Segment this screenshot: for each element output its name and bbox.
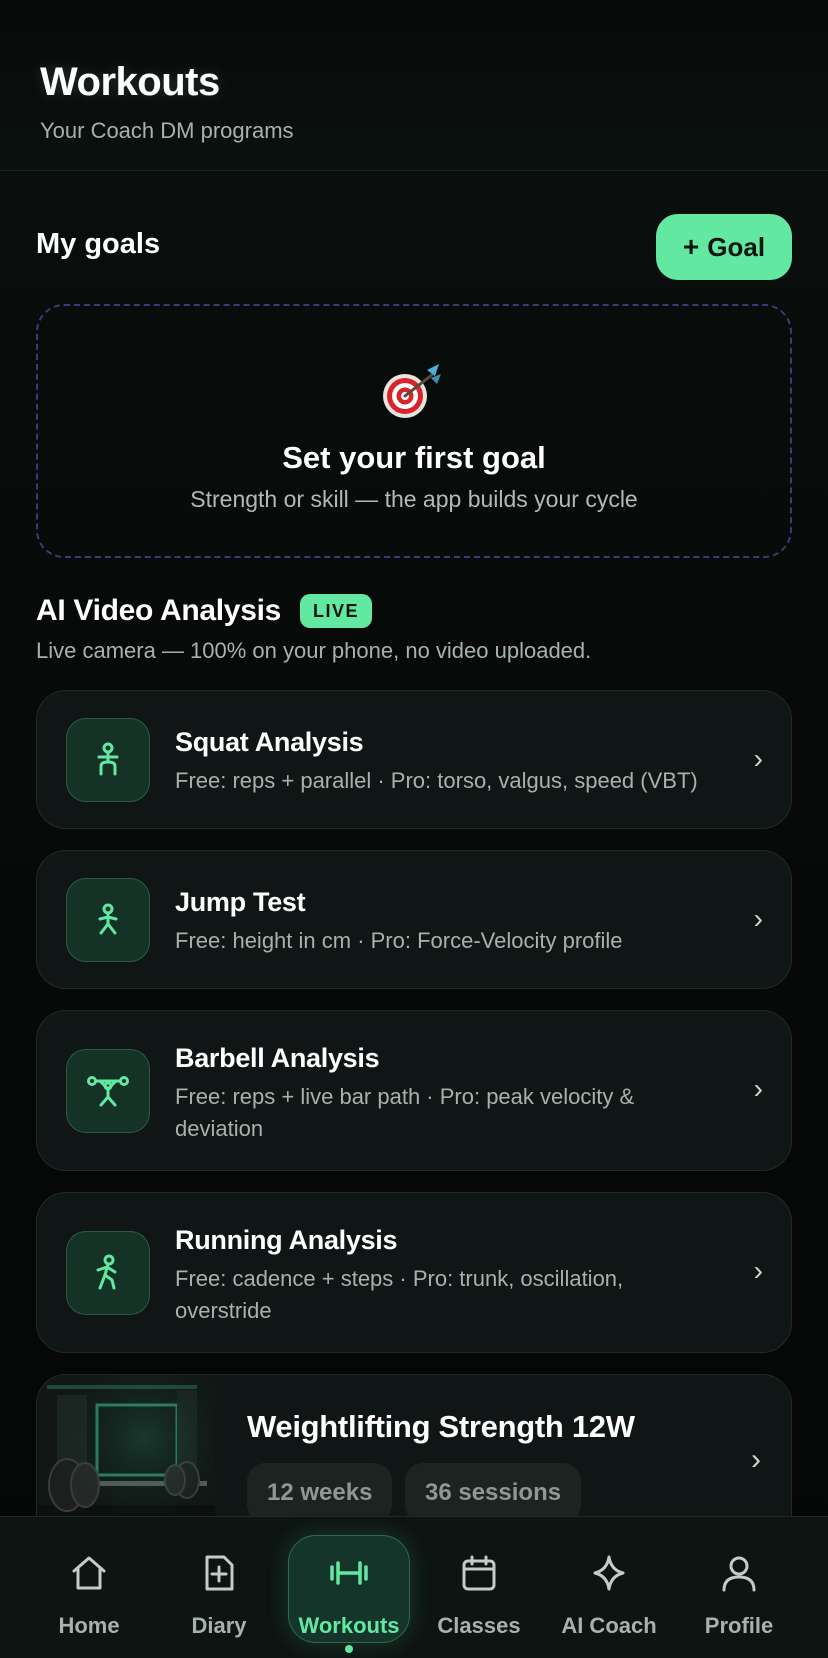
- live-badge: LIVE: [300, 594, 372, 628]
- chevron-right-icon: ›: [753, 903, 763, 934]
- nav-label: Diary: [191, 1613, 247, 1638]
- nav-ai-coach[interactable]: AI Coach: [548, 1517, 670, 1658]
- card-title: Squat Analysis: [175, 727, 364, 757]
- ai-video-subtitle: Live camera — 100% on your phone, no vid…: [36, 638, 592, 663]
- nav-label: Home: [58, 1613, 120, 1638]
- card-description: Free: height in cm · Pro: Force-Velocity…: [175, 928, 623, 953]
- nav-label: Classes: [437, 1613, 521, 1638]
- jump-figure-icon: [66, 878, 150, 962]
- card-title: Jump Test: [175, 887, 306, 917]
- goal-empty-title: Set your first goal: [282, 440, 546, 475]
- program-weeks-badge: 12 weeks: [247, 1463, 393, 1523]
- card-title: Running Analysis: [175, 1225, 398, 1255]
- squat-figure-icon: [66, 718, 150, 802]
- nav-label: AI Coach: [561, 1613, 657, 1638]
- jump-test-card[interactable]: Jump Test Free: height in cm · Pro: Forc…: [36, 850, 792, 989]
- nav-workouts[interactable]: Workouts: [288, 1517, 410, 1658]
- add-goal-button[interactable]: + Goal: [656, 214, 792, 280]
- nav-profile[interactable]: Profile: [680, 1517, 798, 1658]
- plus-icon: +: [682, 231, 700, 262]
- card-description: Free: cadence + steps · Pro: trunk, osci…: [175, 1266, 624, 1323]
- sparkle-icon: [548, 1553, 670, 1593]
- set-first-goal-card[interactable]: Set your first goal Strength or skill — …: [36, 304, 792, 558]
- barbell-analysis-card[interactable]: Barbell Analysis Free: reps + live bar p…: [36, 1010, 792, 1171]
- dumbbell-icon: [288, 1553, 410, 1593]
- calendar-icon: [420, 1553, 538, 1593]
- home-icon: [30, 1553, 148, 1593]
- header: Workouts Your Coach DM programs: [0, 0, 828, 171]
- workouts-screen: Workouts Your Coach DM programs My goals…: [0, 0, 828, 1658]
- running-analysis-card[interactable]: Running Analysis Free: cadence + steps ·…: [36, 1192, 792, 1353]
- card-title: Barbell Analysis: [175, 1043, 380, 1073]
- page-subtitle: Your Coach DM programs: [40, 118, 294, 143]
- ai-video-title: AI Video Analysis: [36, 594, 281, 627]
- chevron-right-icon: ›: [753, 1255, 763, 1286]
- nav-label: Workouts: [298, 1613, 400, 1638]
- chevron-right-icon: ›: [753, 1073, 763, 1104]
- program-title: Weightlifting Strength 12W: [247, 1409, 635, 1444]
- goal-empty-subtitle: Strength or skill — the app builds your …: [190, 486, 638, 512]
- running-figure-icon: [66, 1231, 150, 1315]
- active-indicator-dot: [345, 1645, 353, 1653]
- goals-section-title: My goals: [36, 228, 161, 260]
- add-goal-label: Goal: [707, 231, 766, 262]
- squat-analysis-card[interactable]: Squat Analysis Free: reps + parallel · P…: [36, 690, 792, 829]
- nav-home[interactable]: Home: [30, 1517, 148, 1658]
- card-description: Free: reps + live bar path · Pro: peak v…: [175, 1084, 635, 1141]
- diary-icon: [160, 1553, 278, 1593]
- bottom-nav: Home Diary Workouts Classes AI Coach Pro…: [0, 1516, 828, 1658]
- chevron-right-icon: ›: [753, 743, 763, 774]
- target-dart-icon: [38, 364, 790, 424]
- page-title: Workouts: [40, 60, 220, 104]
- nav-classes[interactable]: Classes: [420, 1517, 538, 1658]
- chevron-right-icon: ›: [751, 1443, 761, 1476]
- program-sessions-badge: 36 sessions: [405, 1463, 582, 1523]
- nav-diary[interactable]: Diary: [160, 1517, 278, 1658]
- card-description: Free: reps + parallel · Pro: torso, valg…: [175, 768, 698, 793]
- nav-label: Profile: [704, 1613, 774, 1638]
- barbell-figure-icon: [66, 1049, 150, 1133]
- profile-icon: [680, 1553, 798, 1593]
